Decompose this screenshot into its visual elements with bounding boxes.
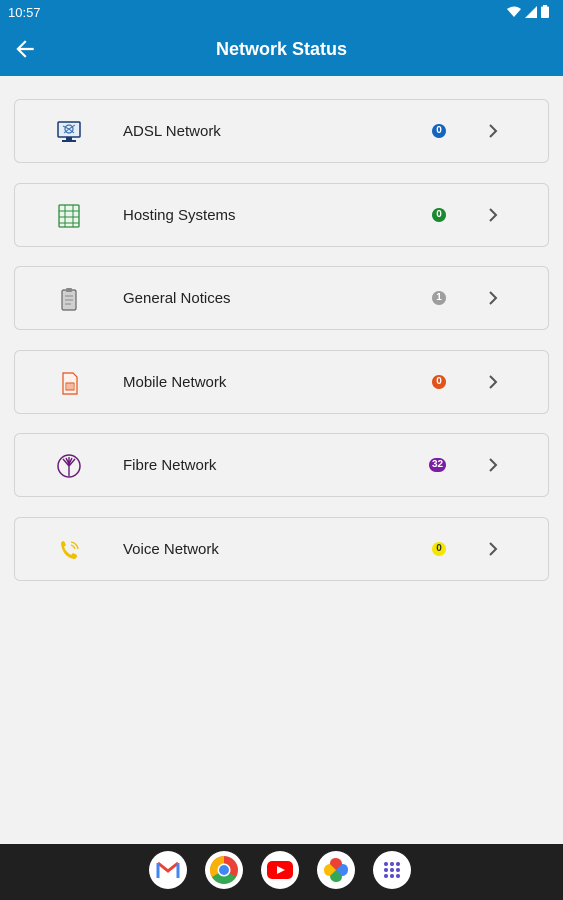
list-item-voice-network[interactable]: Voice Network 0 bbox=[14, 516, 549, 581]
fibre-tree-icon bbox=[57, 454, 81, 478]
server-rack-icon bbox=[58, 203, 80, 228]
monitor-network-icon bbox=[57, 121, 81, 142]
count-badge: 0 bbox=[432, 541, 446, 556]
count-badge: 0 bbox=[432, 374, 446, 389]
photos-icon[interactable] bbox=[317, 851, 355, 889]
sim-card-icon bbox=[62, 371, 78, 395]
count-badge: 1 bbox=[432, 291, 446, 305]
app-drawer-icon[interactable] bbox=[373, 851, 411, 889]
phone-ringing-icon bbox=[61, 540, 79, 559]
status-bar: 10:57 bbox=[0, 0, 563, 24]
chrome-icon[interactable] bbox=[205, 851, 243, 889]
list-item-adsl-network[interactable]: ADSL Network 0 bbox=[14, 99, 549, 163]
chevron-right-icon bbox=[489, 374, 498, 389]
page-title: Network Status bbox=[215, 39, 348, 59]
item-label: Fibre Network bbox=[123, 457, 217, 474]
chevron-right-icon bbox=[489, 207, 498, 222]
item-label: General Notices bbox=[123, 290, 231, 307]
chevron-right-icon bbox=[489, 541, 498, 556]
count-badge: 0 bbox=[432, 207, 446, 222]
battery-icon bbox=[541, 5, 549, 18]
count-badge: 32 bbox=[429, 458, 447, 472]
item-label: Hosting Systems bbox=[123, 206, 236, 224]
list-item-general-notices[interactable]: General Notices 1 bbox=[14, 266, 549, 330]
clipboard-icon bbox=[61, 288, 77, 311]
app-dock bbox=[149, 851, 411, 889]
list-item-fibre-network[interactable]: Fibre Network 32 bbox=[14, 433, 549, 497]
youtube-icon[interactable] bbox=[261, 851, 299, 889]
chevron-right-icon bbox=[489, 458, 498, 472]
item-label: ADSL Network bbox=[123, 123, 221, 140]
count-badge: 0 bbox=[432, 124, 446, 138]
chevron-right-icon bbox=[489, 124, 498, 138]
item-label: Voice Network bbox=[123, 540, 219, 558]
network-list: ADSL Network 0 Hosting Systems 0 General… bbox=[14, 99, 549, 600]
status-time: 10:57 bbox=[8, 5, 41, 20]
list-item-mobile-network[interactable]: Mobile Network 0 bbox=[14, 349, 549, 414]
system-icons bbox=[507, 5, 549, 18]
gmail-icon[interactable] bbox=[149, 851, 187, 889]
wifi-icon bbox=[507, 6, 521, 17]
signal-icon bbox=[525, 5, 537, 18]
list-item-hosting-systems[interactable]: Hosting Systems 0 bbox=[14, 182, 549, 247]
item-label: Mobile Network bbox=[123, 373, 227, 391]
chevron-right-icon bbox=[489, 291, 498, 305]
app-bar: 10:57 Network Status bbox=[0, 0, 563, 76]
